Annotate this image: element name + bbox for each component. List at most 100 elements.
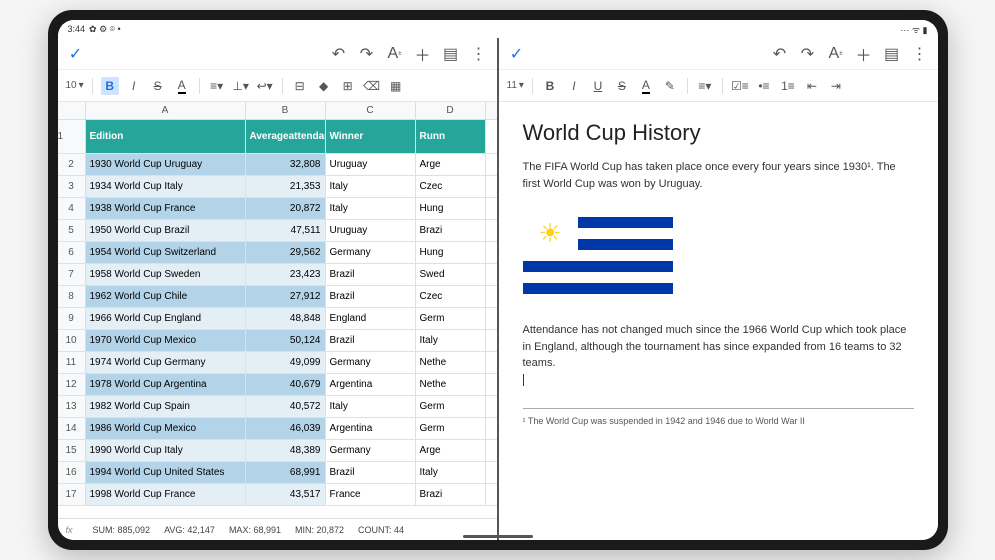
doc-paragraph-1[interactable]: The FIFA World Cup has taken place once … xyxy=(523,159,914,192)
uruguay-flag-image[interactable]: ☀ xyxy=(523,206,673,306)
row-number[interactable]: 13 xyxy=(58,396,86,417)
table-row[interactable]: 14 1986 World Cup Mexico 46,039 Argentin… xyxy=(58,418,497,440)
wrap-button[interactable]: ↩▾ xyxy=(256,77,274,95)
merge-button[interactable]: ⊟ xyxy=(291,77,309,95)
table-row[interactable]: 17 1998 World Cup France 43,517 France B… xyxy=(58,484,497,506)
col-header-b[interactable]: B xyxy=(246,102,326,119)
home-indicator[interactable] xyxy=(463,535,533,538)
indent-increase-button[interactable]: ⇥ xyxy=(827,77,845,95)
cell[interactable]: Germany xyxy=(326,440,416,461)
cell[interactable]: 46,039 xyxy=(246,418,326,439)
text-color-button[interactable]: A xyxy=(637,77,655,95)
header-cell[interactable]: Averageattendance xyxy=(246,120,326,153)
row-number[interactable]: 12 xyxy=(58,374,86,395)
fill-color-button[interactable]: ◆ xyxy=(315,77,333,95)
cell[interactable]: Italy xyxy=(416,462,486,483)
bold-button[interactable]: B xyxy=(541,77,559,95)
cell[interactable]: Italy xyxy=(416,330,486,351)
table-row[interactable]: 7 1958 World Cup Sweden 23,423 Brazil Sw… xyxy=(58,264,497,286)
cell[interactable]: 1986 World Cup Mexico xyxy=(86,418,246,439)
strikethrough-button[interactable]: S xyxy=(149,77,167,95)
table-row[interactable]: 3 1934 World Cup Italy 21,353 Italy Czec xyxy=(58,176,497,198)
doc-footnote[interactable]: ¹ The World Cup was suspended in 1942 an… xyxy=(523,408,914,429)
cell[interactable]: Swed xyxy=(416,264,486,285)
row-number[interactable]: 6 xyxy=(58,242,86,263)
font-format-icon[interactable]: A± xyxy=(387,46,403,62)
cell[interactable]: 1958 World Cup Sweden xyxy=(86,264,246,285)
font-format-icon[interactable]: A± xyxy=(828,46,844,62)
cell[interactable]: Italy xyxy=(326,198,416,219)
cell[interactable]: Brazil xyxy=(326,264,416,285)
cell[interactable]: 1930 World Cup Uruguay xyxy=(86,154,246,175)
cell[interactable]: 29,562 xyxy=(246,242,326,263)
comment-icon[interactable]: ▤ xyxy=(884,46,900,62)
table-row[interactable]: 4 1938 World Cup France 20,872 Italy Hun… xyxy=(58,198,497,220)
cell[interactable]: 1994 World Cup United States xyxy=(86,462,246,483)
cell[interactable]: Hung xyxy=(416,198,486,219)
cell[interactable]: 1970 World Cup Mexico xyxy=(86,330,246,351)
table-row[interactable]: 8 1962 World Cup Chile 27,912 Brazil Cze… xyxy=(58,286,497,308)
cell[interactable]: 1978 World Cup Argentina xyxy=(86,374,246,395)
cell[interactable]: Czec xyxy=(416,176,486,197)
font-size-selector[interactable]: 11 ▾ xyxy=(507,80,524,91)
row-number[interactable]: 16 xyxy=(58,462,86,483)
cell[interactable]: Arge xyxy=(416,154,486,175)
cell[interactable]: 1934 World Cup Italy xyxy=(86,176,246,197)
cell-format-button[interactable]: ▦ xyxy=(387,77,405,95)
cell[interactable]: Brazil xyxy=(326,330,416,351)
cell[interactable]: Germ xyxy=(416,418,486,439)
cell[interactable]: 32,808 xyxy=(246,154,326,175)
cell[interactable]: 1990 World Cup Italy xyxy=(86,440,246,461)
cell[interactable]: 27,912 xyxy=(246,286,326,307)
indent-decrease-button[interactable]: ⇤ xyxy=(803,77,821,95)
header-cell[interactable]: Winner xyxy=(326,120,416,153)
bullet-list-button[interactable]: •≡ xyxy=(755,77,773,95)
insert-icon[interactable]: ＋ xyxy=(415,46,431,62)
cell[interactable]: 23,423 xyxy=(246,264,326,285)
cell[interactable]: 1962 World Cup Chile xyxy=(86,286,246,307)
v-align-button[interactable]: ⊥▾ xyxy=(232,77,250,95)
cell[interactable]: 20,872 xyxy=(246,198,326,219)
document-body[interactable]: World Cup History The FIFA World Cup has… xyxy=(499,102,938,540)
row-number[interactable]: 3 xyxy=(58,176,86,197)
col-header-d[interactable]: D xyxy=(416,102,486,119)
col-header-a[interactable]: A xyxy=(86,102,246,119)
row-number[interactable]: 1 xyxy=(58,120,86,153)
numbered-list-button[interactable]: 1≡ xyxy=(779,77,797,95)
row-number[interactable]: 2 xyxy=(58,154,86,175)
italic-button[interactable]: I xyxy=(565,77,583,95)
more-icon[interactable]: ⋮ xyxy=(912,46,928,62)
cell[interactable]: 21,353 xyxy=(246,176,326,197)
cell[interactable]: Nethe xyxy=(416,374,486,395)
cell[interactable]: 1954 World Cup Switzerland xyxy=(86,242,246,263)
row-number[interactable]: 5 xyxy=(58,220,86,241)
cell[interactable]: 1974 World Cup Germany xyxy=(86,352,246,373)
doc-title[interactable]: World Cup History xyxy=(523,116,914,149)
more-icon[interactable]: ⋮ xyxy=(471,46,487,62)
redo-icon[interactable]: ↷ xyxy=(800,46,816,62)
text-color-button[interactable]: A xyxy=(173,77,191,95)
font-size-selector[interactable]: 10 ▾ xyxy=(66,80,84,91)
italic-button[interactable]: I xyxy=(125,77,143,95)
borders-button[interactable]: ⊞ xyxy=(339,77,357,95)
table-row[interactable]: 13 1982 World Cup Spain 40,572 Italy Ger… xyxy=(58,396,497,418)
cell[interactable]: Germany xyxy=(326,242,416,263)
table-row[interactable]: 9 1966 World Cup England 48,848 England … xyxy=(58,308,497,330)
cell[interactable]: 47,511 xyxy=(246,220,326,241)
row-number[interactable]: 10 xyxy=(58,330,86,351)
cell[interactable]: Brazi xyxy=(416,484,486,505)
undo-icon[interactable]: ↶ xyxy=(331,46,347,62)
row-number[interactable]: 4 xyxy=(58,198,86,219)
row-number[interactable]: 9 xyxy=(58,308,86,329)
row-number[interactable]: 14 xyxy=(58,418,86,439)
col-header-c[interactable]: C xyxy=(326,102,416,119)
table-row[interactable]: 15 1990 World Cup Italy 48,389 Germany A… xyxy=(58,440,497,462)
align-button[interactable]: ≡▾ xyxy=(696,77,714,95)
doc-paragraph-2[interactable]: Attendance has not changed much since th… xyxy=(523,322,914,388)
done-check-icon[interactable]: ✓ xyxy=(68,46,84,62)
cell[interactable]: Germ xyxy=(416,308,486,329)
spreadsheet-grid[interactable]: A B C D 1 Edition Averageattendance Winn… xyxy=(58,102,497,518)
table-row[interactable]: 5 1950 World Cup Brazil 47,511 Uruguay B… xyxy=(58,220,497,242)
header-cell[interactable]: Runn xyxy=(416,120,486,153)
row-number[interactable]: 17 xyxy=(58,484,86,505)
